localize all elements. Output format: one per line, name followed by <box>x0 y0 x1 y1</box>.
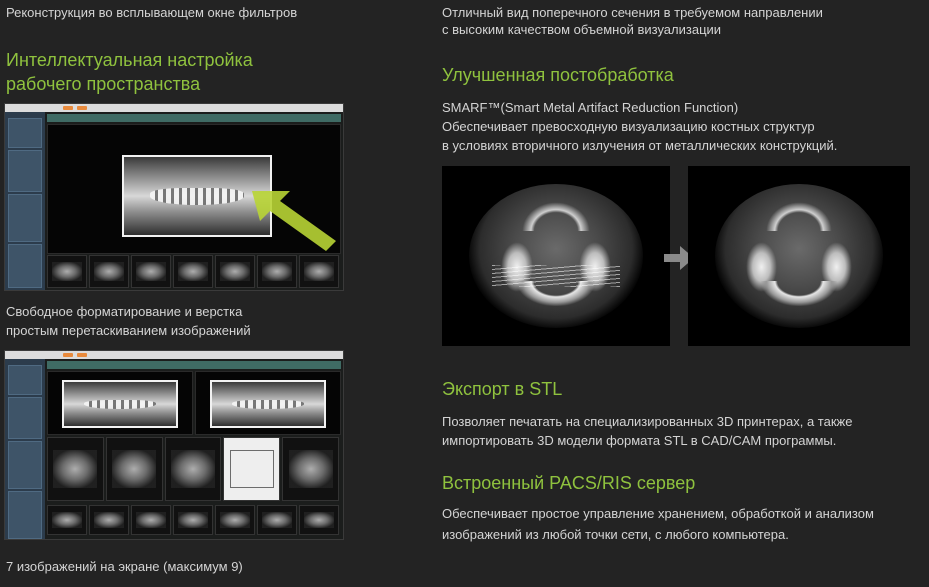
app-titlebar <box>5 351 343 359</box>
pacs-line1: Обеспечивает простое управление хранение… <box>442 506 874 521</box>
app-titlebar <box>5 104 343 112</box>
caption-freeform-line2: простым перетаскиванием изображений <box>6 323 251 338</box>
viewer-pano-1 <box>47 371 193 435</box>
postprocessing-line1: SMARF™(Smart Metal Artifact Reduction Fu… <box>442 100 739 115</box>
pacs-heading: Встроенный PACS/RIS сервер <box>442 473 696 493</box>
app-toolbar <box>47 114 341 122</box>
intro-line1: Отличный вид поперечного сечения в требу… <box>442 5 823 20</box>
app-screenshot-single-view <box>4 103 344 291</box>
postprocessing-heading: Улучшенная постобработка <box>442 65 674 85</box>
thumbnail-strip <box>47 505 339 535</box>
app-sidebar <box>5 359 45 539</box>
thumbnail-strip <box>47 255 339 288</box>
stl-heading: Экспорт в STL <box>442 379 563 399</box>
workspace-heading-line1: Интеллектуальная настройка <box>6 50 253 70</box>
top-caption: Реконструкция во всплывающем окне фильтр… <box>6 5 298 20</box>
app-sidebar <box>5 112 45 290</box>
intro-line2: с высоким качеством объемной визуализаци… <box>442 22 722 37</box>
ct-scan-before-smarf <box>442 166 670 346</box>
caption-freeform-line1: Свободное форматирование и верстка <box>6 304 243 319</box>
app-toolbar <box>47 361 341 369</box>
stl-line2: импортировать 3D модели формата STL в CA… <box>442 433 837 448</box>
image-stage <box>47 124 341 254</box>
app-screenshot-multi-view <box>4 350 344 540</box>
drag-arrow-icon <box>252 191 336 251</box>
pacs-line2: изображений из любой точки сети, с любог… <box>442 527 789 542</box>
ct-scan-after-smarf <box>688 166 910 346</box>
workspace-heading-line2: рабочего пространства <box>6 74 201 94</box>
viewer-pano-2 <box>195 371 341 435</box>
viewer-grid <box>47 437 339 501</box>
bottom-caption: 7 изображений на экране (максимум 9) <box>6 559 243 574</box>
postprocessing-line3: в условиях вторичного излучения от метал… <box>442 138 838 153</box>
stl-line1: Позволяет печатать на специализированных… <box>442 414 853 429</box>
postprocessing-line2: Обеспечивает превосходную визуализацию к… <box>442 119 815 134</box>
